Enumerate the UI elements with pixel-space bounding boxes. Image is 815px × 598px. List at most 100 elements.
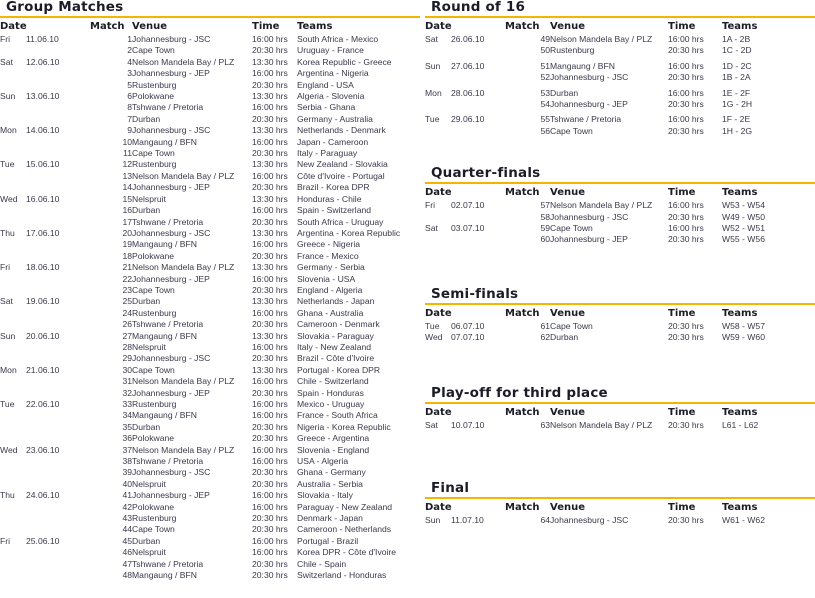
cell-date: 02.07.10 bbox=[451, 200, 485, 211]
cell-match: 50 bbox=[540, 45, 550, 56]
cell-match: 4 bbox=[127, 56, 132, 67]
cell-venue: Rustenburg bbox=[132, 513, 177, 524]
cell-time: 20:30 hrs bbox=[252, 570, 288, 581]
cell-venue: Rustenburg bbox=[550, 45, 595, 56]
cell-date bbox=[26, 217, 90, 228]
third-place-body: Sat 10.07.10 63 Nelson Mandela Bay / PLZ 20:… bbox=[425, 420, 815, 431]
cell-date: 22.06.10 bbox=[26, 399, 60, 409]
cell-date bbox=[26, 45, 90, 56]
cell-teams: Slovakia - Paraguay bbox=[297, 330, 374, 341]
cell-match: 63 bbox=[540, 419, 550, 430]
cell-venue: Tshwane / Pretoria bbox=[132, 319, 204, 330]
cell-time: 20:30 hrs bbox=[668, 234, 704, 245]
cell-teams: Portugal - Korea DPR bbox=[297, 364, 381, 375]
cell-day bbox=[0, 285, 26, 296]
quarter-finals-table: Date Match Venue Time Teams Fri 02.07.10 5… bbox=[425, 186, 815, 246]
cell-match: 46 bbox=[122, 547, 132, 558]
cell-time: 16:00 hrs bbox=[252, 501, 288, 512]
cell-teams: Argentina - Korea Republic bbox=[297, 227, 401, 238]
cell-date bbox=[26, 388, 90, 399]
cell-date bbox=[26, 456, 90, 467]
cell-match: 6 bbox=[127, 91, 132, 102]
cell-match: 58 bbox=[540, 211, 550, 222]
column-header-venue: Venue bbox=[550, 502, 585, 514]
cell-time: 20:30 hrs bbox=[668, 320, 704, 331]
cell-match: 52 bbox=[540, 72, 550, 83]
cell-teams: South Africa - Mexico bbox=[297, 34, 379, 44]
column-header-time: Time bbox=[668, 406, 696, 418]
cell-time: 13:30 hrs bbox=[252, 262, 288, 273]
cell-venue: Johannesburg - JEP bbox=[550, 234, 628, 245]
column-header-venue: Venue bbox=[550, 21, 585, 32]
cell-match: 14 bbox=[122, 182, 132, 193]
cell-day: Wed bbox=[425, 332, 443, 343]
cell-date bbox=[26, 524, 90, 535]
cell-time: 13:30 hrs bbox=[252, 159, 288, 170]
cell-teams: 1C - 2D bbox=[722, 45, 752, 56]
cell-teams: Chile - Spain bbox=[297, 558, 347, 569]
cell-match: 8 bbox=[127, 102, 132, 113]
cell-time: 20:30 hrs bbox=[252, 319, 288, 330]
table-row: Sun 11.07.10 64 Johannesburg - JSC 20:30 hrs… bbox=[425, 515, 815, 526]
cell-time: 16:00 hrs bbox=[252, 205, 288, 216]
cell-date bbox=[451, 99, 505, 110]
cell-match: 61 bbox=[540, 320, 550, 331]
cell-venue: Johannesburg - JEP bbox=[550, 99, 628, 110]
right-column: Round of 16 Date Match Venue Time Teams bbox=[425, 0, 815, 527]
cell-day: Sat bbox=[425, 34, 438, 44]
cell-time: 13:30 hrs bbox=[252, 330, 288, 341]
cell-match: 49 bbox=[540, 34, 550, 44]
cell-time: 20:30 hrs bbox=[252, 467, 288, 478]
cell-teams: Greece - Nigeria bbox=[297, 239, 361, 250]
cell-venue: Johannesburg - JEP bbox=[132, 273, 210, 284]
column-header-venue: Venue bbox=[550, 187, 585, 199]
table-header-row: Date Match Venue Time Teams bbox=[0, 20, 420, 34]
cell-day: Mon bbox=[425, 87, 442, 98]
cell-time: 20:30 hrs bbox=[668, 99, 704, 110]
semi-finals-table: Date Match Venue Time Teams Tue 06.07.10 6… bbox=[425, 307, 815, 344]
cell-time: 16:00 hrs bbox=[252, 456, 288, 467]
cell-day: Sat bbox=[0, 296, 13, 307]
cell-teams: Slovakia - Italy bbox=[297, 490, 353, 501]
cell-match: 15 bbox=[122, 193, 132, 204]
cell-venue: Nelson Mandela Bay / PLZ bbox=[132, 170, 235, 181]
cell-day: Mon bbox=[0, 364, 17, 375]
cell-time: 20:30 hrs bbox=[252, 148, 288, 159]
cell-venue: Durban bbox=[132, 421, 161, 432]
cell-teams: Korea DPR - Côte d'Ivoire bbox=[297, 547, 397, 558]
cell-venue: Durban bbox=[132, 535, 161, 546]
cell-match: 51 bbox=[540, 60, 550, 71]
column-header-match: Match bbox=[505, 307, 540, 319]
cell-date: 18.06.10 bbox=[26, 262, 60, 273]
table-row: 16 Durban 16:00 hrs Spain - Switzerland bbox=[0, 205, 420, 216]
cell-teams: Ghana - Germany bbox=[297, 467, 366, 478]
column-header-teams: Teams bbox=[722, 307, 758, 319]
cell-date bbox=[26, 102, 90, 113]
cell-match: 10 bbox=[122, 136, 132, 147]
cell-time: 16:00 hrs bbox=[668, 200, 704, 211]
cell-match: 40 bbox=[122, 478, 132, 489]
cell-venue: Mangaung / BFN bbox=[132, 570, 197, 581]
table-row: Sat 10.07.10 63 Nelson Mandela Bay / PLZ 20:… bbox=[425, 420, 815, 431]
table-row: 50 Rustenburg 20:30 hrs 1C - 2D bbox=[425, 45, 815, 56]
table-row: Tue 06.07.10 61 Cape Town 20:30 hrs W58 - W57 bbox=[425, 321, 815, 332]
cell-day bbox=[0, 308, 26, 319]
cell-day: Wed bbox=[0, 193, 18, 204]
third-place-table: Date Match Venue Time Teams Sat 10.07.10 6… bbox=[425, 406, 815, 431]
cell-match: 13 bbox=[122, 170, 132, 181]
round-of-16-body: Sat 26.06.10 49 Nelson Mandela Bay / PLZ 16:… bbox=[425, 34, 815, 137]
cell-day: Wed bbox=[0, 444, 18, 455]
cell-match: 17 bbox=[122, 216, 132, 227]
cell-venue: Johannesburg - JEP bbox=[132, 387, 210, 398]
cell-venue: Tshwane / Pretoria bbox=[132, 456, 204, 467]
section-rule bbox=[425, 16, 815, 18]
cell-venue: Nelson Mandela Bay / PLZ bbox=[550, 200, 653, 211]
cell-venue: Johannesburg - JSC bbox=[132, 353, 211, 364]
cell-match: 1 bbox=[127, 34, 132, 44]
cell-time: 16:00 hrs bbox=[668, 60, 704, 71]
cell-match: 19 bbox=[122, 239, 132, 250]
column-header-time: Time bbox=[668, 307, 696, 319]
cell-teams: 1G - 2H bbox=[722, 99, 753, 110]
cell-time: 16:00 hrs bbox=[668, 87, 704, 98]
cell-teams: W55 - W56 bbox=[722, 234, 765, 245]
